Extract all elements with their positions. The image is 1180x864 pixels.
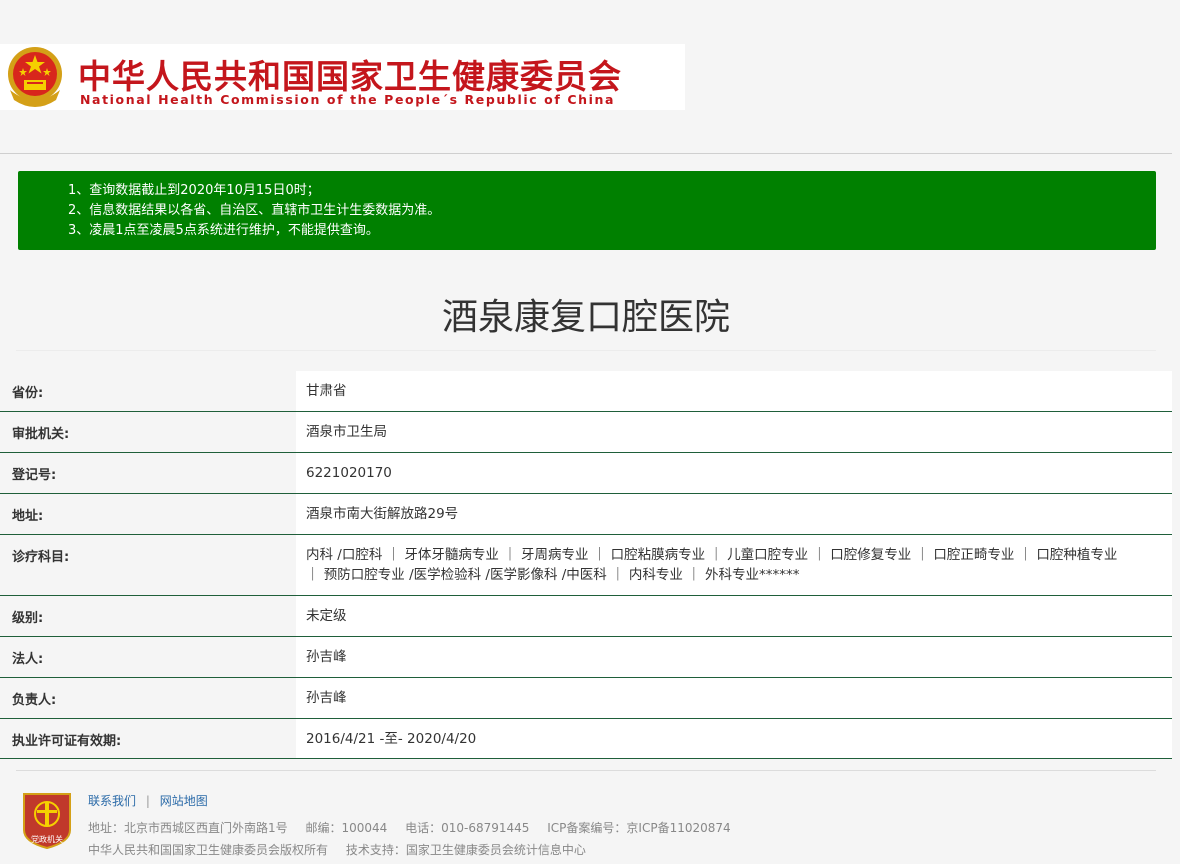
footer-address-line: 地址：北京市西城区西直门外南路1号 邮编：100044 电话：010-68791…: [88, 819, 745, 836]
hospital-info-table: 省份: 甘肃省 审批机关: 酒泉市卫生局 登记号: 6221020170 地址:…: [0, 371, 1172, 759]
site-title-en: National Health Commission of the People…: [80, 92, 616, 107]
site-header: 中华人民共和国国家卫生健康委员会 National Health Commiss…: [0, 44, 685, 110]
footer-copyright: 中华人民共和国国家卫生健康委员会版权所有: [88, 843, 329, 857]
info-row-registration: 登记号: 6221020170: [0, 453, 1172, 494]
province-value: 甘肃省: [296, 371, 1172, 411]
level-value: 未定级: [296, 596, 1172, 636]
national-emblem-icon: [8, 47, 62, 107]
departments-label: 诊疗科目:: [12, 550, 70, 565]
head-value: 孙吉峰: [296, 678, 1172, 718]
registration-label: 登记号:: [12, 468, 57, 483]
validity-label: 执业许可证有效期:: [12, 734, 122, 749]
level-label: 级别:: [12, 611, 44, 626]
site-title-cn: 中华人民共和国国家卫生健康委员会: [78, 57, 622, 96]
header-divider: [0, 153, 1172, 154]
title-divider: [16, 350, 1156, 351]
province-label: 省份:: [12, 386, 44, 401]
footer-icp: ICP备案编号：京ICP备11020874: [547, 821, 731, 835]
contact-link[interactable]: 联系我们: [88, 794, 136, 808]
head-label: 负责人:: [12, 693, 57, 708]
footer-copyright-line: 中华人民共和国国家卫生健康委员会版权所有 技术支持：国家卫生健康委员会统计信息中…: [88, 841, 600, 858]
footer-phone: 电话：010-68791445: [405, 821, 530, 835]
info-row-authority: 审批机关: 酒泉市卫生局: [0, 412, 1172, 453]
info-row-departments: 诊疗科目: 内科 /口腔科 ｜ 牙体牙髓病专业 ｜ 牙周病专业 ｜ 口腔粘膜病专…: [0, 535, 1172, 596]
info-row-level: 级别: 未定级: [0, 596, 1172, 637]
sitemap-link[interactable]: 网站地图: [160, 794, 208, 808]
government-badge-icon: 党政机关: [23, 793, 71, 850]
info-row-validity: 执业许可证有效期: 2016/4/21 -至- 2020/4/20: [0, 719, 1172, 759]
notice-item: 2、信息数据结果以各省、自治区、直辖市卫生计生委数据为准。: [68, 203, 441, 218]
footer-postcode: 邮编：100044: [305, 821, 388, 835]
address-label: 地址:: [12, 509, 44, 524]
legal-label: 法人:: [12, 652, 44, 667]
notice-item: 3、凌晨1点至凌晨5点系统进行维护，不能提供查询。: [68, 223, 379, 238]
info-row-head: 负责人: 孙吉峰: [0, 678, 1172, 719]
info-row-legal: 法人: 孙吉峰: [0, 637, 1172, 678]
authority-label: 审批机关:: [12, 427, 70, 442]
footer-links: 联系我们 | 网站地图: [88, 792, 208, 809]
hospital-title: 酒泉康复口腔医院: [441, 297, 730, 338]
footer-link-separator: |: [145, 794, 150, 808]
validity-value: 2016/4/21 -至- 2020/4/20: [296, 719, 1172, 758]
footer-support: 技术支持：国家卫生健康委员会统计信息中心: [345, 843, 586, 857]
footer-address: 地址：北京市西城区西直门外南路1号: [88, 821, 288, 835]
authority-value: 酒泉市卫生局: [296, 412, 1172, 452]
address-value: 酒泉市南大街解放路29号: [296, 494, 1172, 534]
notice-item: 1、查询数据截止到2020年10月15日0时；: [68, 183, 320, 198]
registration-value: 6221020170: [296, 453, 1172, 493]
legal-value: 孙吉峰: [296, 637, 1172, 677]
notice-box: 1、查询数据截止到2020年10月15日0时； 2、信息数据结果以各省、自治区、…: [18, 171, 1156, 250]
info-row-province: 省份: 甘肃省: [0, 371, 1172, 412]
info-row-address: 地址: 酒泉市南大街解放路29号: [0, 494, 1172, 535]
departments-value: 内科 /口腔科 ｜ 牙体牙髓病专业 ｜ 牙周病专业 ｜ 口腔粘膜病专业 ｜ 儿童…: [296, 535, 1172, 595]
badge-text: 党政机关: [31, 834, 63, 844]
footer-divider: [16, 770, 1156, 771]
